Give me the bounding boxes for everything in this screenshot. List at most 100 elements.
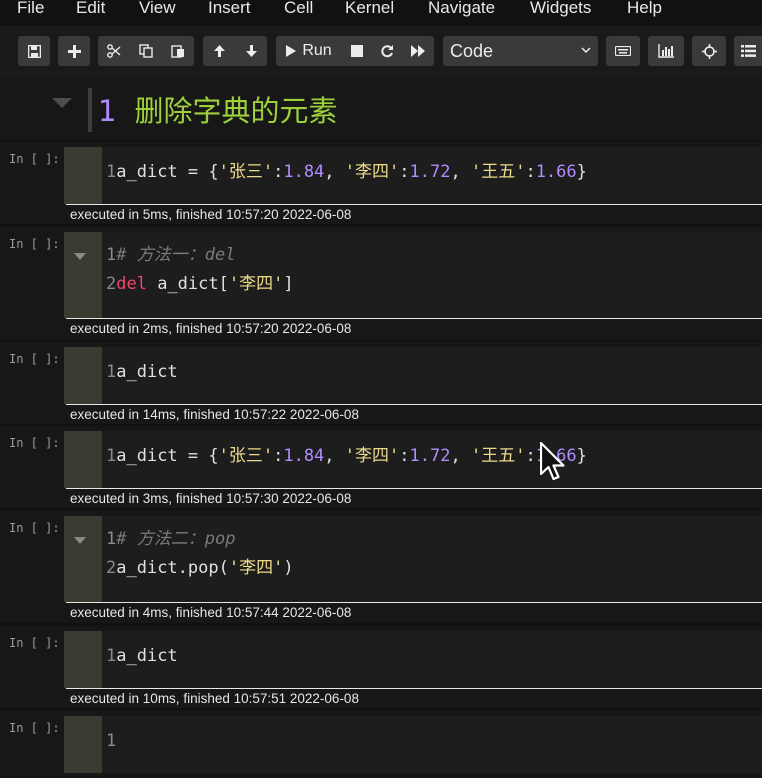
code-token: # 方法二：pop <box>116 529 236 549</box>
toolbar: Run Code <box>0 26 762 78</box>
play-icon <box>286 45 297 57</box>
navigate-button[interactable] <box>692 36 726 66</box>
code-token: a_dict <box>116 646 178 666</box>
code-token: : <box>525 446 536 466</box>
cell-gutter <box>64 147 102 204</box>
code-token: '王五' <box>470 446 526 466</box>
collapse-cell-icon[interactable] <box>74 253 86 261</box>
fast-forward-icon <box>411 45 425 57</box>
cut-button[interactable] <box>98 36 130 66</box>
heading-gutter <box>88 88 92 132</box>
code-token: 1.72 <box>409 162 451 182</box>
code-cell[interactable]: In [ ]: 1a_dict executed in 10ms, finished… <box>0 626 762 708</box>
save-button[interactable] <box>18 36 50 66</box>
code-line: 2del a_dict['李四'] <box>106 270 294 298</box>
code-line: 2a_dict.pop('李四') <box>106 554 294 582</box>
command-palette-button[interactable] <box>606 36 640 66</box>
cell-gutter <box>64 431 102 488</box>
execution-time: executed in 5ms, finished 10:57:20 2022-… <box>70 207 352 222</box>
move-down-button[interactable] <box>235 36 267 66</box>
collapse-heading-icon[interactable] <box>52 98 72 110</box>
cell-prompt: In [ ]: <box>9 237 60 251</box>
code-cell[interactable]: In [ ]: 1a_dict executed in 14ms, finished… <box>0 342 762 424</box>
cell-gutter <box>64 232 102 318</box>
line-number: 1 <box>106 529 117 549</box>
menu-view[interactable]: View <box>139 0 176 18</box>
code-token: a_dict.pop( <box>116 558 229 578</box>
list-icon <box>740 45 756 57</box>
cell-gutter <box>64 631 102 688</box>
code-editor[interactable] <box>102 716 762 773</box>
arrow-down-icon <box>245 45 257 57</box>
paste-button[interactable] <box>162 36 194 66</box>
cell-type-select[interactable]: Code <box>443 36 598 66</box>
code-line: 1a_dict <box>106 642 178 670</box>
menu-bar: File Edit View Insert Cell Kernel Naviga… <box>0 0 762 26</box>
menu-widgets[interactable]: Widgets <box>530 0 591 18</box>
arrow-up-icon <box>213 45 225 57</box>
code-token: ) <box>283 558 294 578</box>
line-number: 1 <box>106 646 117 666</box>
code-token: , <box>450 446 471 466</box>
run-button[interactable]: Run <box>276 36 342 66</box>
code-cell[interactable]: In [ ]: 1a_dict = {'张三':1.84, '李四':1.72, … <box>0 426 762 508</box>
code-token: del <box>116 274 147 294</box>
code-token: '李四' <box>344 162 400 182</box>
menu-edit[interactable]: Edit <box>76 0 105 18</box>
toc-button[interactable] <box>734 36 762 66</box>
menu-help[interactable]: Help <box>627 0 662 18</box>
cell-prompt: In [ ]: <box>9 352 60 366</box>
copy-button[interactable] <box>130 36 162 66</box>
code-cell[interactable]: In [ ]: 1 <box>0 711 762 778</box>
code-line: 1# 方法二：pop <box>106 525 235 553</box>
execution-time: executed in 10ms, finished 10:57:51 2022… <box>70 691 359 706</box>
execution-time: executed in 4ms, finished 10:57:44 2022-… <box>70 605 352 620</box>
cell-gutter <box>64 516 102 602</box>
code-line: 1 <box>106 727 116 755</box>
heading-number: 1 <box>98 94 117 128</box>
code-token: 1.66 <box>535 162 577 182</box>
mouse-cursor-icon <box>540 442 565 481</box>
code-cell[interactable]: In [ ]: 1# 方法二：pop 2a_dict.pop('李四') execut… <box>0 511 762 623</box>
menu-file[interactable]: File <box>17 0 44 18</box>
move-group <box>203 36 267 66</box>
insert-group <box>58 36 90 66</box>
cell-prompt: In [ ]: <box>9 636 60 650</box>
menu-insert[interactable]: Insert <box>208 0 251 18</box>
code-token: , <box>324 162 345 182</box>
cell-gutter <box>64 347 102 404</box>
code-line: 1a_dict <box>106 358 178 386</box>
code-cell[interactable]: In [ ]: 1# 方法一：del 2del a_dict['李四'] execut… <box>0 227 762 339</box>
chart-button[interactable] <box>648 36 684 66</box>
stop-icon <box>351 45 363 57</box>
execution-time: executed in 3ms, finished 10:57:30 2022-… <box>70 491 352 506</box>
code-editor[interactable] <box>102 347 762 404</box>
move-up-button[interactable] <box>203 36 235 66</box>
code-token: } <box>576 446 587 466</box>
menu-cell[interactable]: Cell <box>284 0 313 18</box>
code-token: : <box>399 446 410 466</box>
heading-title: 删除字典的元素 <box>134 94 338 128</box>
code-token: a_dict = { <box>116 446 219 466</box>
code-token: } <box>576 162 587 182</box>
navigate-group <box>692 36 726 66</box>
line-number: 1 <box>106 162 117 182</box>
interrupt-button[interactable] <box>342 36 372 66</box>
code-token: : <box>273 162 284 182</box>
restart-button[interactable] <box>372 36 402 66</box>
line-number: 1 <box>106 362 117 382</box>
restart-run-all-button[interactable] <box>402 36 434 66</box>
menu-navigate[interactable]: Navigate <box>428 0 495 18</box>
code-editor[interactable] <box>102 631 762 688</box>
code-token: 1.72 <box>409 446 451 466</box>
code-line: 1a_dict = {'张三':1.84, '李四':1.72, '王五':1.… <box>106 158 587 186</box>
line-number: 2 <box>106 558 117 578</box>
code-cell[interactable]: In [ ]: 1a_dict = {'张三':1.84, '李四':1.72, … <box>0 142 762 224</box>
code-token: 1.84 <box>283 162 325 182</box>
page-title: 1 删除字典的元素 <box>98 88 337 130</box>
insert-cell-button[interactable] <box>58 36 90 66</box>
collapse-cell-icon[interactable] <box>74 537 86 545</box>
code-token: a_dict <box>116 362 178 382</box>
menu-kernel[interactable]: Kernel <box>345 0 394 18</box>
run-label: Run <box>302 42 332 59</box>
